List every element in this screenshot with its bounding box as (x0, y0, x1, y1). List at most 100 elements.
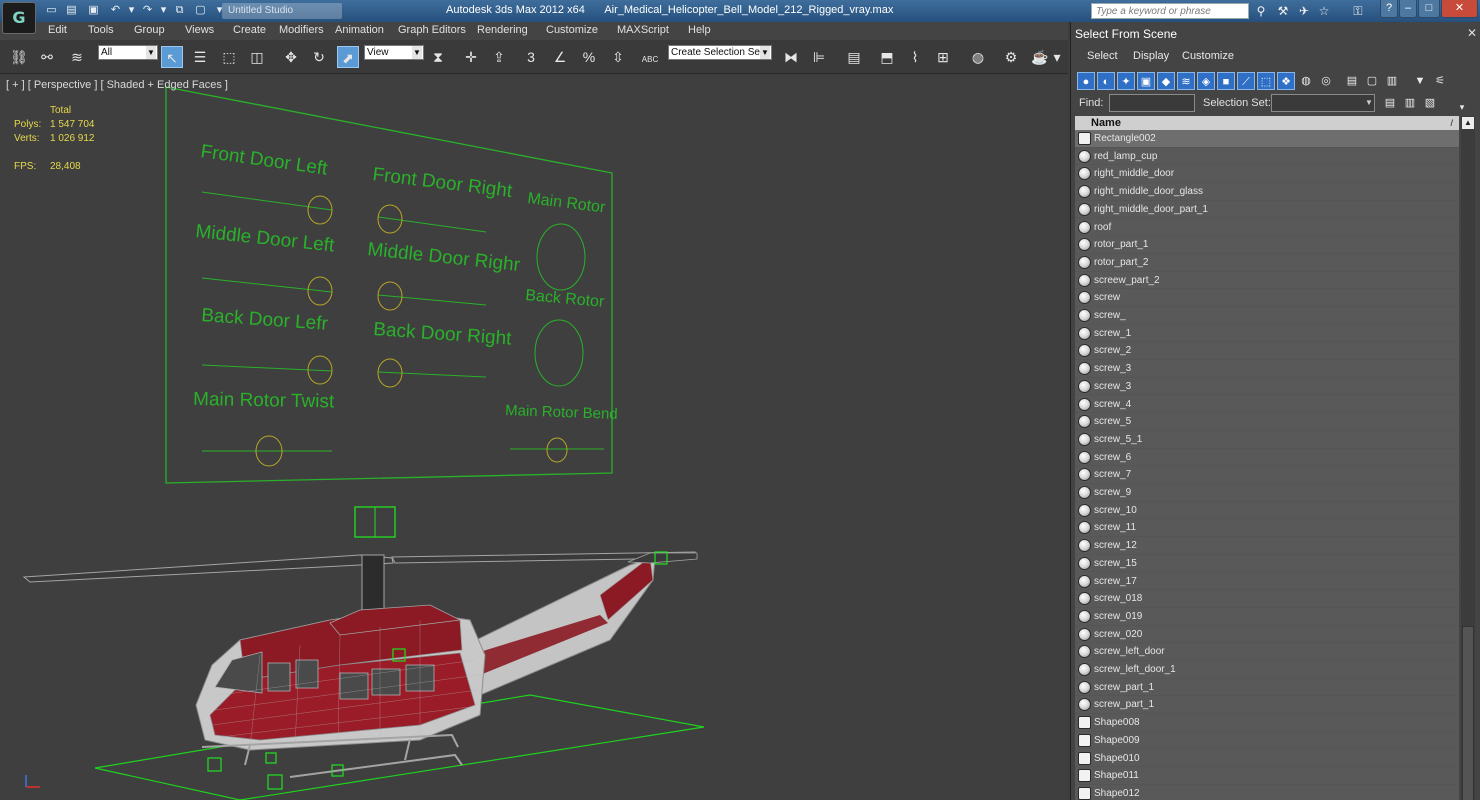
unlink-icon[interactable]: ⚯ (36, 46, 58, 68)
list-item[interactable]: roof (1075, 218, 1459, 237)
list-item[interactable]: screw_12 (1075, 537, 1459, 555)
display-bones-icon[interactable]: ⟋ (1237, 72, 1255, 90)
find-input[interactable] (1109, 94, 1195, 112)
list-item[interactable]: screw_ (1075, 307, 1459, 325)
help-key-icon[interactable]: ⚿ (1350, 3, 1366, 19)
list-item[interactable]: red_lamp_cup (1075, 147, 1459, 166)
selection-set-dropdown[interactable]: ▼ (1271, 94, 1375, 112)
list-item[interactable]: screw_019 (1075, 607, 1459, 626)
pivot-center-icon[interactable]: ⧗ (427, 46, 449, 68)
display-helpers-icon[interactable]: ◆ (1157, 72, 1175, 90)
menu-modifiers[interactable]: Modifiers (279, 24, 324, 36)
menu-maxscript[interactable]: MAXScript (617, 24, 669, 36)
menu-animation[interactable]: Animation (335, 24, 384, 36)
menu-customize[interactable]: Customize (546, 24, 598, 36)
display-xrefs-icon[interactable]: ■ (1217, 72, 1235, 90)
layer-manager-icon[interactable]: ▤ (843, 46, 865, 68)
list-item[interactable]: right_middle_door (1075, 165, 1459, 184)
select-all-icon[interactable]: ▤ (1343, 72, 1361, 90)
scroll-up-arrow-icon[interactable]: ▲ (1462, 117, 1474, 129)
list-item[interactable]: screw_5_1 (1075, 430, 1459, 449)
redo-icon[interactable]: ↷ (140, 3, 155, 18)
schematic-view-icon[interactable]: ⊞ (932, 46, 954, 68)
list-item[interactable]: screw_7 (1075, 466, 1459, 484)
display-containers-icon[interactable]: ⬚ (1257, 72, 1275, 90)
new-file-icon[interactable]: ▭ (44, 3, 59, 18)
list-item[interactable]: screw_3 (1075, 360, 1459, 378)
list-item[interactable]: rotor_part_1 (1075, 236, 1459, 254)
list-item[interactable]: right_middle_door_part_1 (1075, 200, 1459, 219)
display-groups-icon[interactable]: ◈ (1197, 72, 1215, 90)
dialog-close-button[interactable]: ✕ (1465, 26, 1479, 40)
selection-filter-dropdown[interactable]: All ▼ (98, 45, 158, 60)
display-all-icon[interactable]: ◎ (1317, 72, 1335, 90)
select-none-icon[interactable]: ▢ (1363, 72, 1381, 90)
select-children-icon[interactable]: ▥ (1401, 94, 1419, 112)
perspective-viewport[interactable]: Front Door Left Front Door Right Main Ro… (0, 75, 1068, 800)
select-and-rotate-icon[interactable]: ↻ (308, 46, 330, 68)
render-frame-icon[interactable]: ☕ (1029, 46, 1051, 68)
subscription-icon[interactable]: ⚒ (1275, 3, 1291, 19)
render-setup-icon[interactable]: ⚙ (1000, 46, 1022, 68)
display-shapes-icon[interactable]: ◐ (1097, 72, 1115, 90)
display-hidden-icon[interactable]: ◍ (1297, 72, 1315, 90)
list-item[interactable]: Shape012 (1075, 784, 1459, 800)
scene-canvas[interactable]: Front Door Left Front Door Right Main Ro… (0, 75, 1068, 800)
list-item[interactable]: Shape011 (1075, 767, 1459, 785)
filter-icon[interactable]: ▼ (1411, 72, 1429, 90)
bind-space-warp-icon[interactable]: ≋ (66, 46, 88, 68)
scrollbar-thumb[interactable] (1462, 626, 1474, 800)
list-item[interactable]: Shape009 (1075, 731, 1459, 750)
dialog-menu-display[interactable]: Display (1133, 50, 1169, 62)
menu-help[interactable]: Help (688, 24, 711, 36)
help-button[interactable]: ? (1380, 0, 1398, 18)
hold-icon[interactable]: ⧉ (172, 3, 187, 18)
reference-coordinate-dropdown[interactable]: View ▼ (364, 45, 424, 60)
display-lights-icon[interactable]: ✦ (1117, 72, 1135, 90)
menu-views[interactable]: Views (185, 24, 214, 36)
select-object-icon[interactable]: ↖ (161, 46, 183, 68)
infocenter-search-input[interactable]: Type a keyword or phrase (1091, 3, 1249, 19)
list-item[interactable]: screw_2 (1075, 342, 1459, 361)
project-folder-icon[interactable]: ▢ (193, 3, 208, 18)
snaps-toggle-icon[interactable]: 3 (520, 46, 542, 68)
edit-named-selection-icon[interactable]: ABC (639, 46, 661, 68)
spinner-snap-icon[interactable]: ⇳ (607, 46, 629, 68)
window-crossing-icon[interactable]: ◫ (246, 46, 268, 68)
viewport-label[interactable]: [ + ] [ Perspective ] [ Shaded + Edged F… (6, 79, 228, 91)
menu-rendering[interactable]: Rendering (477, 24, 528, 36)
select-and-link-icon[interactable]: ⛓ (8, 46, 30, 68)
menu-graph-editors[interactable]: Graph Editors (398, 24, 466, 36)
select-and-move-icon[interactable]: ✥ (280, 46, 302, 68)
list-item[interactable]: screw_left_door_1 (1075, 661, 1459, 679)
select-and-scale-icon[interactable]: ⬈ (337, 46, 359, 68)
select-manipulate-icon[interactable]: ✛ (460, 46, 482, 68)
favorites-star-icon[interactable]: ☆ (1316, 3, 1332, 19)
list-scrollbar[interactable]: ▲ (1461, 116, 1475, 800)
scene-object-list[interactable]: Name / Rectangle002 red_lamp_cup right_mid… (1075, 116, 1459, 800)
filter-options-icon[interactable]: ⚟ (1431, 72, 1449, 90)
display-cameras-icon[interactable]: ▣ (1137, 72, 1155, 90)
rectangular-selection-icon[interactable]: ⬚ (218, 46, 240, 68)
select-by-name-icon[interactable]: ☰ (189, 46, 211, 68)
list-item[interactable]: screw_018 (1075, 590, 1459, 608)
list-item[interactable]: screw_left_door (1075, 643, 1459, 661)
list-item[interactable]: rotor_part_2 (1075, 253, 1459, 272)
select-dependents-icon[interactable]: ▤ (1381, 94, 1399, 112)
percent-snap-icon[interactable]: % (578, 46, 600, 68)
display-frozen-icon[interactable]: ❖ (1277, 72, 1295, 90)
menu-create[interactable]: Create (233, 24, 266, 36)
list-item[interactable]: screew_part_2 (1075, 271, 1459, 290)
undo-dropdown-icon[interactable]: ▾ (124, 3, 139, 18)
menu-tools[interactable]: Tools (88, 24, 114, 36)
workspace-tab[interactable]: Untitled Studio (222, 3, 342, 19)
save-file-icon[interactable]: ▣ (86, 3, 101, 18)
material-editor-icon[interactable]: ◍ (967, 46, 989, 68)
application-menu-button[interactable]: G (2, 2, 36, 34)
list-item[interactable]: screw_part_1 (1075, 678, 1459, 697)
list-item[interactable]: screw_4 (1075, 395, 1459, 414)
select-invert-icon[interactable]: ▥ (1383, 72, 1401, 90)
graphite-modeling-icon[interactable]: ⬒ (876, 46, 898, 68)
options-dropdown-icon[interactable]: ▾ (1453, 98, 1471, 116)
curve-editor-icon[interactable]: ⌇ (904, 46, 926, 68)
